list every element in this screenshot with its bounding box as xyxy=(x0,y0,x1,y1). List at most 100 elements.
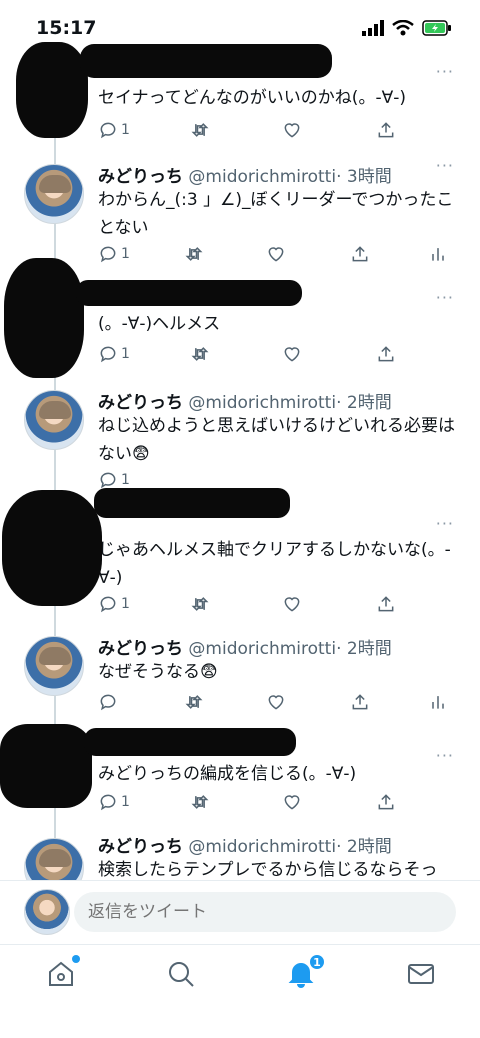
reply-button[interactable]: 1 xyxy=(98,792,130,812)
tweet-text: みどりっちの編成を信じる(。-∀-) xyxy=(98,764,357,784)
share-button[interactable] xyxy=(376,120,396,140)
retweet-button[interactable] xyxy=(190,120,210,140)
retweet-icon xyxy=(191,795,209,809)
share-icon xyxy=(378,122,394,138)
retweet-icon xyxy=(191,597,209,611)
redaction-mark xyxy=(0,724,92,808)
tweet-actions: 1 xyxy=(98,792,458,818)
share-icon xyxy=(378,346,394,362)
search-icon xyxy=(169,962,194,987)
reply-count: 1 xyxy=(121,794,130,810)
tweet-actions: 1 xyxy=(98,594,458,620)
like-button[interactable] xyxy=(282,344,302,364)
share-button[interactable] xyxy=(376,344,396,364)
reply-count: 1 xyxy=(121,246,130,262)
tab-messages[interactable] xyxy=(406,959,436,989)
share-button[interactable] xyxy=(376,792,396,812)
reply-button[interactable]: 1 xyxy=(98,344,130,364)
retweet-button[interactable] xyxy=(190,594,210,614)
tab-notifications[interactable]: 1 xyxy=(286,953,326,989)
author-name[interactable]: みどりっち xyxy=(98,837,183,857)
tab-home[interactable] xyxy=(46,955,80,989)
wifi-icon xyxy=(392,20,414,36)
bottom-tab-bar: 1 xyxy=(0,944,480,1038)
share-icon xyxy=(378,596,394,612)
analytics-icon xyxy=(432,248,444,261)
retweet-icon xyxy=(185,695,203,709)
author-handle: @midorichmirotti xyxy=(188,639,337,659)
tweet-header: みどりっち @midorichmirotti· 2時間 xyxy=(98,832,392,857)
avatar[interactable] xyxy=(24,889,70,935)
like-button[interactable] xyxy=(282,120,302,140)
retweet-button[interactable] xyxy=(190,792,210,812)
like-icon xyxy=(284,597,300,612)
battery-icon xyxy=(422,20,451,36)
reply-icon xyxy=(100,472,116,489)
reply-button[interactable]: 1 xyxy=(98,120,130,140)
avatar[interactable] xyxy=(24,390,84,450)
more-options-icon[interactable]: ··· xyxy=(436,288,454,307)
like-button[interactable] xyxy=(282,792,302,812)
analytics-button[interactable] xyxy=(428,244,448,264)
analytics-button[interactable] xyxy=(428,692,448,712)
tab-search[interactable] xyxy=(166,959,196,989)
retweet-button[interactable] xyxy=(184,244,204,264)
share-button[interactable] xyxy=(350,692,370,712)
redaction-mark xyxy=(2,490,102,606)
reply-icon xyxy=(100,122,116,139)
more-options-icon[interactable]: ··· xyxy=(436,514,454,533)
home-icon xyxy=(49,961,73,986)
retweet-icon xyxy=(191,347,209,361)
tweet-time: · 2時間 xyxy=(336,393,392,413)
share-icon xyxy=(352,246,368,262)
avatar[interactable] xyxy=(24,164,84,224)
tweet-text: (。-∀-)ヘルメス xyxy=(98,314,221,334)
like-icon xyxy=(284,795,300,810)
share-icon xyxy=(352,694,368,710)
reply-button[interactable] xyxy=(98,692,121,712)
author-name[interactable]: みどりっち xyxy=(98,639,183,659)
author-handle: @midorichmirotti xyxy=(188,167,337,187)
reply-icon xyxy=(100,694,116,711)
more-options-icon[interactable]: ··· xyxy=(436,156,454,175)
like-button[interactable] xyxy=(266,244,286,264)
redaction-mark xyxy=(84,728,296,756)
reply-button[interactable]: 1 xyxy=(98,594,130,614)
notification-badge: 1 xyxy=(308,953,326,971)
status-time: 15:17 xyxy=(36,17,97,39)
redaction-mark xyxy=(16,42,88,138)
retweet-button[interactable] xyxy=(190,344,210,364)
like-button[interactable] xyxy=(282,594,302,614)
retweet-icon xyxy=(191,123,209,137)
share-button[interactable] xyxy=(350,244,370,264)
reply-icon xyxy=(100,596,116,613)
retweet-button[interactable] xyxy=(184,692,204,712)
reply-button[interactable]: 1 xyxy=(98,470,130,490)
reply-icon xyxy=(100,346,116,363)
signal-icon xyxy=(362,20,384,36)
status-bar: 15:17 xyxy=(0,0,480,56)
tweet-actions xyxy=(98,692,458,718)
reply-count: 1 xyxy=(121,122,130,138)
status-icons xyxy=(362,20,452,36)
more-options-icon[interactable]: ··· xyxy=(436,62,454,81)
retweet-icon xyxy=(185,247,203,261)
author-name[interactable]: みどりっち xyxy=(98,167,183,187)
reply-count: 1 xyxy=(121,596,130,612)
tweet-header: みどりっち @midorichmirotti· 3時間 xyxy=(98,162,392,187)
tweet-actions: 1 xyxy=(98,344,458,370)
like-button[interactable] xyxy=(266,692,286,712)
redaction-mark xyxy=(76,280,302,306)
author-handle: @midorichmirotti xyxy=(188,393,337,413)
new-content-dot xyxy=(72,955,80,963)
reply-input[interactable] xyxy=(74,892,456,932)
reply-button[interactable]: 1 xyxy=(98,244,130,264)
tweet-text: セイナってどんなのがいいのかね(。-∀-) xyxy=(98,88,406,108)
like-icon xyxy=(268,247,284,262)
reply-icon xyxy=(100,794,116,811)
author-name[interactable]: みどりっち xyxy=(98,393,183,413)
reply-icon xyxy=(100,246,116,263)
avatar[interactable] xyxy=(24,636,84,696)
tweet-text: なぜそうなる😨 xyxy=(98,662,218,682)
share-button[interactable] xyxy=(376,594,396,614)
